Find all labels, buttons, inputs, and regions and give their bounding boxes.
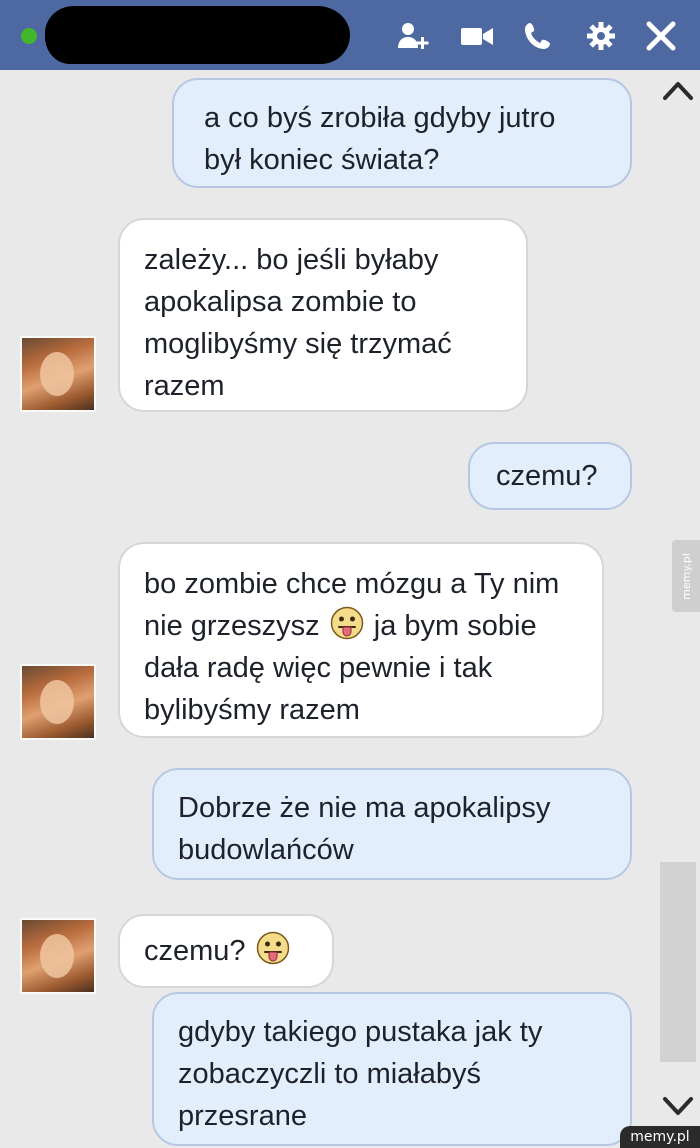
scroll-up-icon[interactable]	[662, 78, 694, 102]
message-text: a co byś zrobiła gdyby jutro był koniec …	[204, 102, 556, 176]
video-call-icon[interactable]	[460, 20, 494, 52]
tongue-out-emoji-icon	[330, 606, 364, 640]
redacted-contact-name	[45, 6, 350, 64]
watermark-side: memy.pl	[672, 540, 700, 612]
online-status-dot	[21, 28, 37, 44]
phone-icon[interactable]	[522, 20, 556, 52]
message-received: zależy... bo jeśli byłaby apokalipsa zom…	[118, 218, 528, 412]
gear-icon[interactable]	[584, 20, 618, 52]
add-people-icon[interactable]	[397, 20, 431, 52]
message-sent: Dobrze że nie ma apokalipsy budowlańców	[152, 768, 632, 880]
chat-header	[0, 0, 700, 70]
message-text: Dobrze że nie ma apokalipsy budowlańców	[178, 792, 551, 866]
message-received: bo zombie chce mózgu a Ty nim nie grzesz…	[118, 542, 604, 738]
scroll-down-icon[interactable]	[662, 1094, 694, 1118]
message-sent: gdyby takiego pustaka jak ty zobaczyczli…	[152, 992, 632, 1146]
message-text: zależy... bo jeśli byłaby apokalipsa zom…	[144, 244, 452, 402]
message-sent: a co byś zrobiła gdyby jutro był koniec …	[172, 78, 632, 188]
message-sent: czemu?	[468, 442, 632, 510]
message-received: czemu?	[118, 914, 334, 988]
avatar[interactable]	[20, 336, 96, 412]
message-text: czemu?	[496, 460, 598, 492]
avatar[interactable]	[20, 918, 96, 994]
scrollbar-thumb[interactable]	[660, 862, 696, 1062]
message-text: czemu?	[144, 935, 246, 967]
close-icon[interactable]	[644, 20, 678, 52]
tongue-out-emoji-icon	[256, 931, 290, 965]
avatar[interactable]	[20, 664, 96, 740]
message-text: gdyby takiego pustaka jak ty zobaczyczli…	[178, 1016, 543, 1132]
watermark-corner: memy.pl	[620, 1126, 700, 1148]
